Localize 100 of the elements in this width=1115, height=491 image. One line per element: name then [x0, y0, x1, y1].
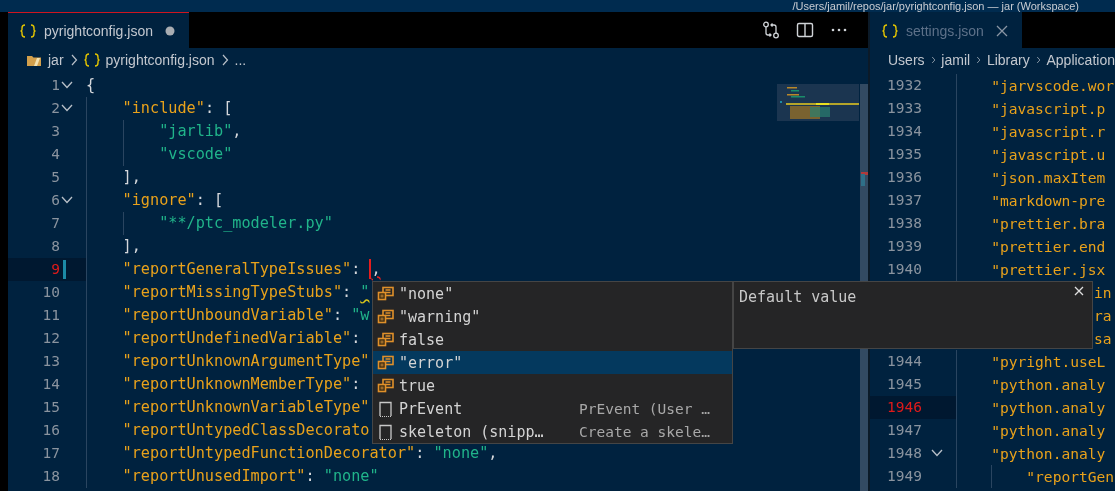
code-text: in [1094, 283, 1112, 303]
code-text: , [371, 259, 381, 280]
line-number: 5 [50, 168, 60, 187]
code-text: "none" [433, 443, 489, 464]
value-icon [377, 284, 395, 303]
snippet-icon [377, 422, 395, 441]
line-number: 16 [41, 421, 60, 440]
code-text: { [86, 75, 96, 96]
code-text: "reportUnboundVariable" [121, 305, 333, 326]
code-text: ], [121, 167, 141, 188]
suggestion-item[interactable]: PrEvent PrEvent (User … [373, 397, 732, 420]
code-text: "python.analy [990, 444, 1106, 464]
line-number: 12 [41, 329, 60, 348]
code-text: "reportUnknownMemberType" [121, 374, 352, 395]
breadcrumb-item[interactable]: Users [888, 52, 925, 68]
suggestion-item[interactable]: "error" [373, 351, 732, 374]
chevron-right-icon [220, 54, 229, 66]
code-text: "javascript.u [990, 145, 1106, 165]
code-text: "w [351, 305, 370, 326]
code-text: ra [1094, 306, 1112, 326]
line-number: 1948 [886, 444, 922, 463]
details-text: Default value [739, 288, 857, 306]
breadcrumb-item[interactable]: Application [1046, 52, 1115, 68]
breadcrumb-item[interactable]: jamil [941, 52, 971, 68]
line-number: 9 [50, 260, 60, 279]
code-text: "reportUnusedImport" [121, 466, 306, 487]
line-number: 7 [50, 214, 60, 233]
text-cursor [369, 259, 372, 279]
code-text: "vscode" [158, 144, 233, 165]
line-number: 18 [41, 467, 60, 486]
code-text: "markdown-pre [990, 191, 1106, 211]
fold-chevron-icon[interactable] [61, 80, 73, 90]
fold-chevron-icon[interactable] [61, 103, 73, 113]
value-icon [377, 330, 395, 349]
code-text: "javascript.p [990, 99, 1106, 119]
code-text: "prettier.jsx [990, 260, 1106, 280]
json-file-icon [882, 23, 898, 38]
breadcrumb-item[interactable]: Library [986, 52, 1030, 68]
code-text: : [ [204, 98, 233, 119]
code-text: : [305, 466, 316, 487]
line-number: 1937 [886, 191, 922, 210]
suggestion-item[interactable]: skeleton (snipp… Create a skele… [373, 420, 732, 443]
breadcrumb-item[interactable]: pyrightconfig.json [105, 52, 215, 68]
chevron-right-icon [976, 54, 981, 66]
code-text: "reportUntypedClassDecorato [121, 420, 370, 441]
code-text: "jarvscode.wor [990, 76, 1115, 96]
code-text: , [488, 443, 498, 464]
code-text: "python.analy [990, 375, 1106, 395]
code-text: "reportMissingTypeStubs" [121, 282, 343, 303]
code-text: : [351, 374, 361, 395]
line-number: 1945 [886, 375, 922, 394]
code-text: "pyright.useL [990, 352, 1106, 372]
split-editor-icon[interactable] [796, 21, 814, 39]
compare-changes-icon[interactable] [762, 21, 780, 39]
breadcrumb-item[interactable]: ... [234, 52, 247, 68]
chevron-right-icon [930, 54, 936, 66]
value-icon [377, 353, 395, 372]
line-number: 14 [41, 375, 60, 394]
suggestion-item[interactable]: "warning" [373, 305, 732, 328]
line-number: 11 [41, 306, 60, 325]
line-number: 1947 [886, 421, 922, 440]
suggestion-item[interactable]: false [373, 328, 732, 351]
chevron-right-icon [1035, 54, 1041, 66]
line-number: 6 [50, 191, 60, 210]
line-number: 1933 [886, 99, 922, 118]
code-text: : [351, 328, 361, 349]
line-number: 8 [50, 237, 60, 256]
line-number: 1949 [886, 467, 922, 486]
code-text: : [342, 282, 353, 303]
editor-tab[interactable]: pyrightconfig.json [8, 12, 189, 48]
code-text: "include" [121, 98, 205, 119]
code-text: "ignore" [121, 190, 196, 211]
code-text: "reportGen [1025, 467, 1115, 487]
code-text: "python.analy [990, 398, 1106, 418]
close-icon[interactable] [1074, 286, 1084, 296]
snippet-icon [377, 399, 395, 418]
line-number: 1946 [886, 398, 922, 417]
code-text: "prettier.bra [990, 214, 1106, 234]
line-number: 1 [50, 76, 60, 95]
value-icon [377, 376, 395, 395]
code-text: "python.analy [990, 421, 1106, 441]
suggestion-item[interactable]: true [373, 374, 732, 397]
line-number: 2 [50, 99, 60, 118]
unsaved-dot-icon [164, 25, 175, 36]
line-number: 13 [41, 352, 60, 371]
line-number: 3 [50, 122, 60, 141]
fold-chevron-icon[interactable] [931, 448, 943, 458]
code-text: : [ [195, 190, 224, 211]
code-text: ], [121, 236, 141, 257]
line-number: 1936 [886, 168, 922, 187]
code-text: "prettier.end [990, 237, 1106, 257]
code-text: "**/ptc_modeler.py" [158, 213, 333, 234]
code-text: "reportGeneralTypeIssues" [121, 259, 352, 280]
code-text: "reportUndefinedVariable" [121, 328, 352, 349]
fold-chevron-icon[interactable] [61, 195, 73, 205]
json-file-icon [20, 23, 36, 38]
code-text: , [232, 121, 242, 142]
json-file-icon [83, 53, 100, 67]
suggestion-item[interactable]: "none" [373, 282, 732, 305]
breadcrumb-item[interactable]: jar [48, 52, 64, 68]
